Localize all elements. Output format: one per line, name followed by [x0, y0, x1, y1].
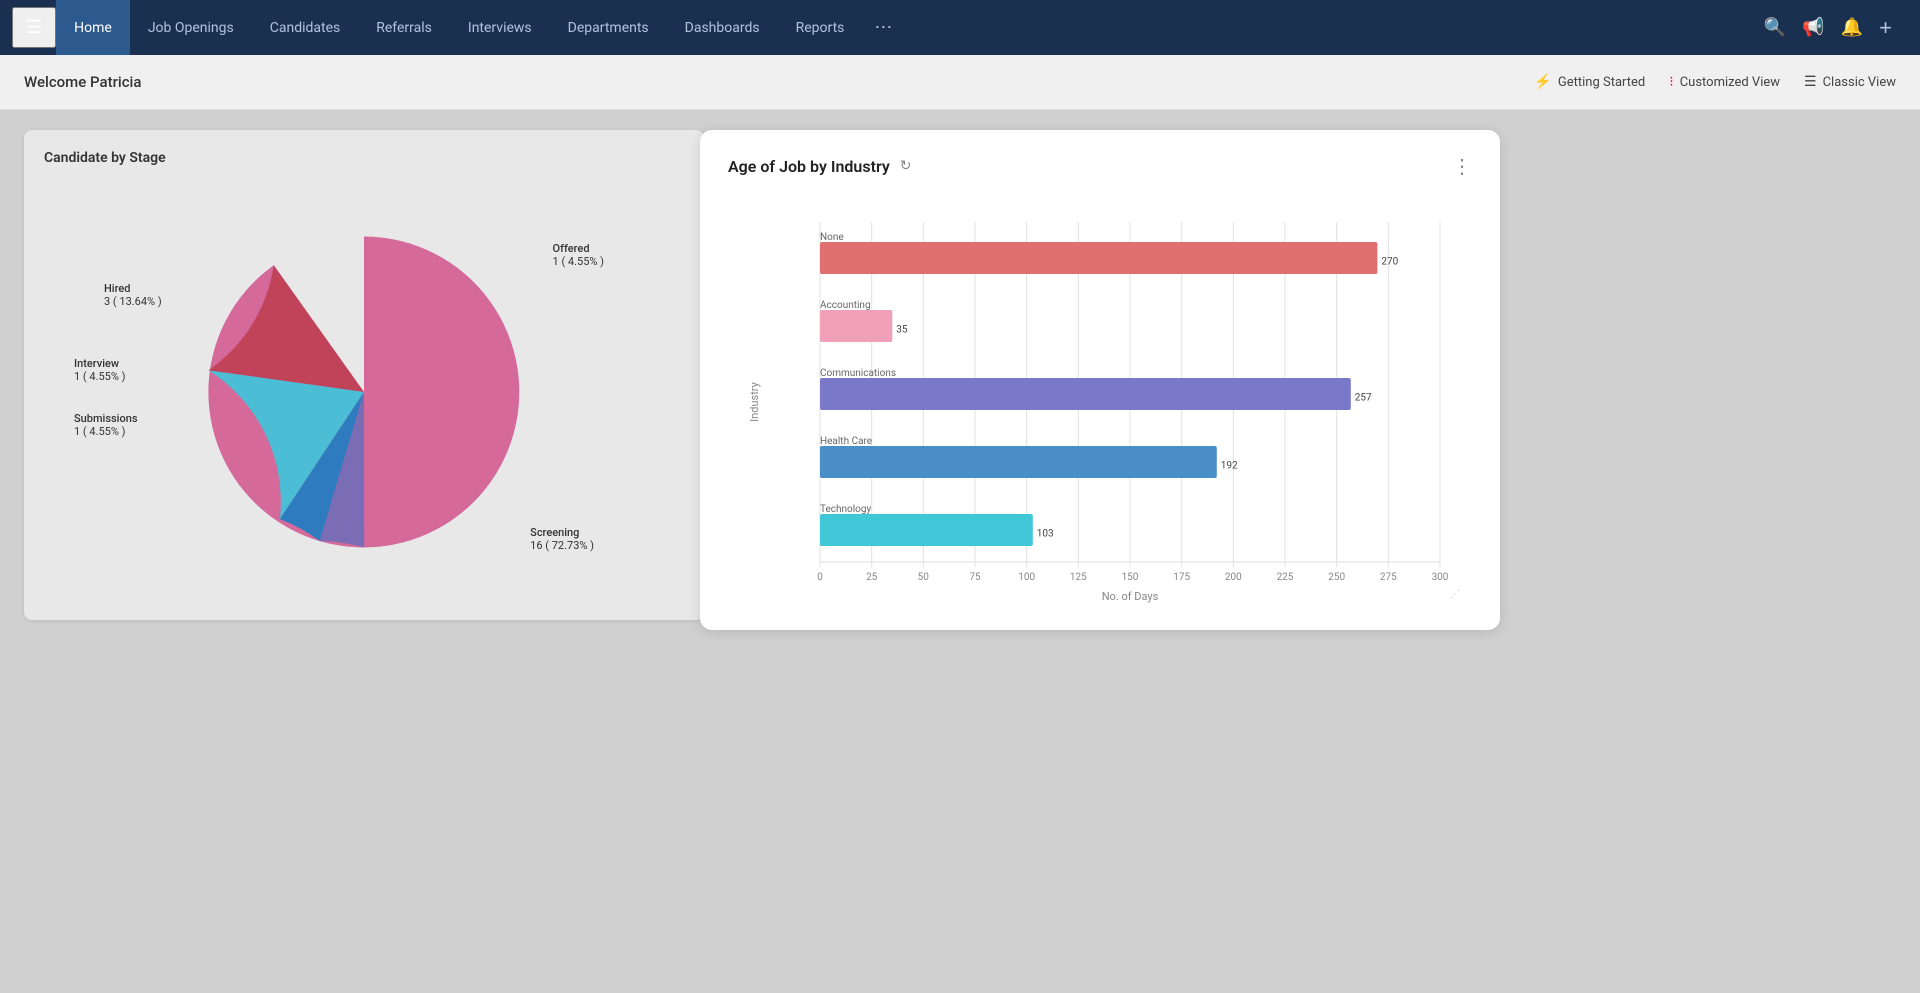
- svg-text:Health Care: Health Care: [820, 436, 872, 447]
- nav-departments[interactable]: Departments: [550, 0, 667, 55]
- bell-icon[interactable]: 🔔: [1841, 17, 1863, 38]
- svg-text:0: 0: [817, 572, 823, 583]
- y-axis-label: Industry: [748, 381, 761, 421]
- svg-text:125: 125: [1070, 572, 1087, 583]
- refresh-icon[interactable]: ↻: [900, 158, 912, 174]
- label-screening: Screening 16 ( 72.73% ): [530, 526, 594, 552]
- svg-text:257: 257: [1355, 393, 1372, 404]
- search-icon[interactable]: 🔍: [1764, 17, 1786, 38]
- label-interview: Interview 1 ( 4.55% ): [74, 357, 125, 383]
- bar-communications: [820, 378, 1351, 410]
- svg-text:25: 25: [866, 572, 878, 583]
- classic-view-button[interactable]: ☰ Classic View: [1804, 74, 1896, 90]
- nav-interviews[interactable]: Interviews: [450, 0, 550, 55]
- megaphone-icon[interactable]: 📢: [1802, 17, 1824, 38]
- svg-text:Technology: Technology: [820, 504, 872, 515]
- welcome-text: Welcome Patricia: [24, 73, 141, 91]
- hamburger-menu[interactable]: ☰: [12, 7, 56, 48]
- pie-chart-container: Offered 1 ( 4.55% ) Hired 3 ( 13.64% ) I…: [44, 182, 684, 602]
- svg-text:192: 192: [1221, 461, 1238, 472]
- getting-started-button[interactable]: ⚡ Getting Started: [1534, 74, 1645, 90]
- svg-text:175: 175: [1173, 572, 1190, 583]
- bar-accounting: [820, 310, 892, 342]
- label-hired: Hired 3 ( 13.64% ): [104, 282, 162, 308]
- nav-reports[interactable]: Reports: [778, 0, 863, 55]
- more-options-icon[interactable]: ⋮: [1452, 154, 1472, 178]
- customized-view-label: Customized View: [1680, 75, 1780, 90]
- svg-text:⋰: ⋰: [1450, 589, 1460, 600]
- nav-candidates[interactable]: Candidates: [252, 0, 359, 55]
- customized-view-button[interactable]: ⁝ Customized View: [1669, 74, 1780, 90]
- svg-text:150: 150: [1122, 572, 1139, 583]
- label-submissions: Submissions 1 ( 4.55% ): [74, 412, 138, 438]
- grid-icon: ⁝: [1669, 74, 1673, 90]
- bar-none: [820, 242, 1377, 274]
- label-offered: Offered 1 ( 4.55% ): [553, 242, 604, 268]
- age-job-title: Age of Job by Industry: [728, 157, 890, 176]
- getting-started-label: Getting Started: [1558, 75, 1645, 90]
- svg-text:75: 75: [969, 572, 981, 583]
- pie-chart: [174, 202, 554, 582]
- svg-text:Communications: Communications: [820, 368, 896, 379]
- svg-text:Accounting: Accounting: [820, 300, 871, 311]
- svg-text:100: 100: [1018, 572, 1035, 583]
- age-job-card-header: Age of Job by Industry ↻ ⋮: [728, 154, 1472, 178]
- svg-text:250: 250: [1328, 572, 1345, 583]
- svg-text:50: 50: [918, 572, 930, 583]
- svg-text:300: 300: [1432, 572, 1449, 583]
- main-content: Candidate by Stage: [0, 110, 1920, 993]
- lightning-icon: ⚡: [1534, 74, 1551, 90]
- svg-text:275: 275: [1380, 572, 1397, 583]
- nav-home[interactable]: Home: [56, 0, 130, 55]
- classic-view-label: Classic View: [1823, 75, 1896, 90]
- svg-text:None: None: [820, 232, 844, 243]
- nav-job-openings[interactable]: Job Openings: [130, 0, 252, 55]
- candidate-card-title: Candidate by Stage: [44, 150, 684, 166]
- svg-text:225: 225: [1277, 572, 1294, 583]
- nav-referrals[interactable]: Referrals: [358, 0, 450, 55]
- svg-text:270: 270: [1381, 257, 1398, 268]
- svg-text:35: 35: [896, 325, 908, 336]
- bar-technology: [820, 514, 1033, 546]
- nav-more-button[interactable]: ⋯: [862, 17, 904, 38]
- nav-dashboards[interactable]: Dashboards: [667, 0, 778, 55]
- navbar: ☰ Home Job Openings Candidates Referrals…: [0, 0, 1920, 55]
- age-of-job-card: Age of Job by Industry ↻ ⋮ Industry: [700, 130, 1500, 630]
- bar-chart-svg: Industry 0 25 50 7: [728, 202, 1472, 602]
- header-bar: Welcome Patricia ⚡ Getting Started ⁝ Cus…: [0, 55, 1920, 110]
- svg-text:103: 103: [1037, 529, 1054, 540]
- list-icon: ☰: [1804, 74, 1817, 90]
- candidate-by-stage-card: Candidate by Stage: [24, 130, 704, 620]
- add-icon[interactable]: +: [1879, 15, 1892, 41]
- bar-health-care: [820, 446, 1217, 478]
- svg-text:200: 200: [1225, 572, 1242, 583]
- svg-text:No. of Days: No. of Days: [1102, 590, 1159, 603]
